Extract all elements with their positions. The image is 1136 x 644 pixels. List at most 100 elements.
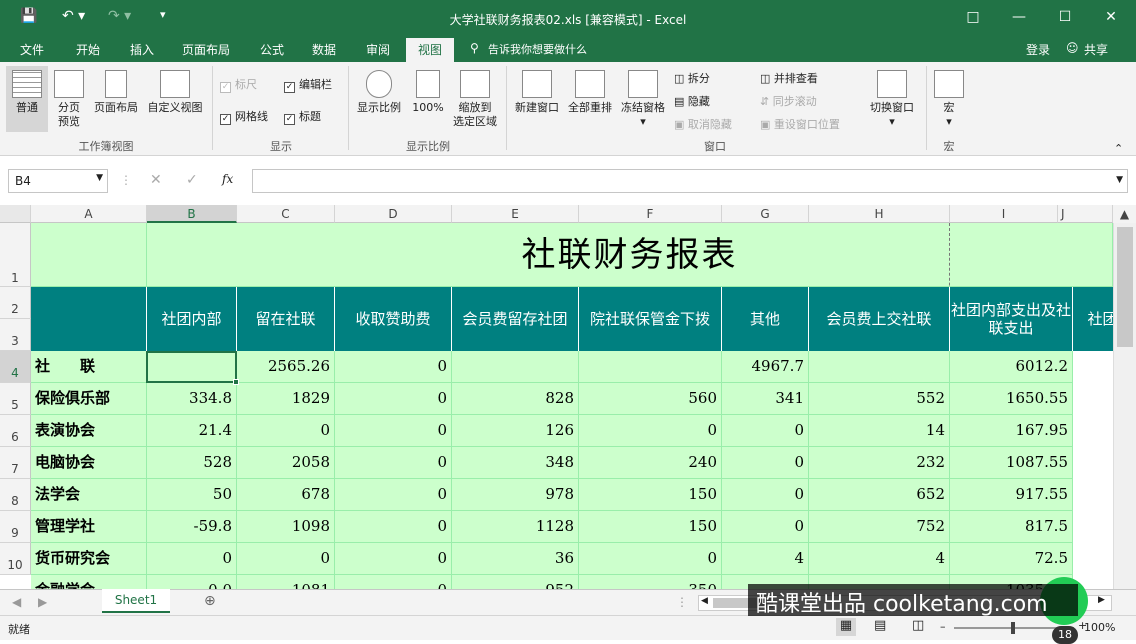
tab-insert[interactable]: 插入 <box>130 41 154 58</box>
column-header-f[interactable]: F <box>579 205 722 223</box>
formula-input[interactable]: ▼ <box>252 169 1128 193</box>
maximize-button[interactable]: ☐ <box>1054 6 1076 28</box>
vertical-scrollbar[interactable] <box>1113 223 1136 589</box>
page-break-status-icon[interactable]: ◫ <box>912 618 924 633</box>
header-cell-blank[interactable] <box>31 287 147 351</box>
table-cell[interactable]: 678 <box>237 479 335 511</box>
table-cell[interactable]: 1081 <box>237 575 335 589</box>
switch-windows-button[interactable]: 切换窗口 ▾ <box>864 70 920 129</box>
table-cell[interactable]: 50 <box>147 479 237 511</box>
cancel-icon[interactable]: ✕ <box>150 172 162 188</box>
tab-review[interactable]: 审阅 <box>366 41 390 58</box>
table-cell[interactable]: 0 <box>237 543 335 575</box>
vertical-scrollbar-thumb[interactable] <box>1117 227 1133 347</box>
table-cell[interactable] <box>809 351 950 383</box>
table-cell[interactable]: 1087.55 <box>950 447 1073 479</box>
zoom-button[interactable]: 显示比例 <box>354 70 404 115</box>
table-cell[interactable]: 2565.26 <box>237 351 335 383</box>
row-header-10[interactable]: 10 <box>0 543 31 575</box>
table-cell[interactable]: 917.55 <box>950 479 1073 511</box>
freeze-panes-button[interactable]: 冻结窗格 ▾ <box>618 70 668 129</box>
table-cell[interactable]: 2058 <box>237 447 335 479</box>
row-header-9[interactable]: 9 <box>0 511 31 543</box>
row-header-4[interactable]: 4 <box>0 351 31 383</box>
table-cell[interactable]: 0 <box>335 415 452 447</box>
zoom-100-button[interactable]: 100% <box>408 70 448 115</box>
table-cell[interactable]: 126 <box>452 415 579 447</box>
column-title-cell[interactable]: 社团内部支出及社联支出 <box>950 287 1073 351</box>
tab-file[interactable]: 文件 <box>20 41 44 58</box>
share-button[interactable]: 共享 <box>1084 41 1108 58</box>
table-cell[interactable]: 金融学会 <box>31 575 147 589</box>
table-cell[interactable]: 0 <box>335 575 452 589</box>
table-cell[interactable]: 978 <box>452 479 579 511</box>
table-cell[interactable]: 表演协会 <box>31 415 147 447</box>
table-cell[interactable]: 管理学社 <box>31 511 147 543</box>
insert-function-icon[interactable]: fx <box>222 172 233 186</box>
table-cell[interactable]: 150 <box>579 511 722 543</box>
table-cell[interactable]: 167.95 <box>950 415 1073 447</box>
table-cell[interactable]: 0 <box>722 511 809 543</box>
scroll-left-icon[interactable]: ◀ <box>701 596 708 606</box>
reset-position-button[interactable]: ▣ 重设窗口位置 <box>760 116 840 132</box>
table-cell[interactable]: 0 <box>335 479 452 511</box>
sign-in-link[interactable]: 登录 <box>1026 41 1050 58</box>
zoom-slider-thumb[interactable] <box>1011 622 1015 634</box>
gridlines-checkbox[interactable]: ✓ 网格线 <box>220 108 268 125</box>
sheet-tab-sheet1[interactable]: Sheet1 <box>102 589 170 613</box>
table-cell[interactable]: 341 <box>722 383 809 415</box>
column-title-cell[interactable]: 社团内部 <box>147 287 237 351</box>
table-cell[interactable]: 0 <box>579 415 722 447</box>
row-header-8[interactable]: 8 <box>0 479 31 511</box>
table-cell[interactable]: 1128 <box>452 511 579 543</box>
scroll-right-icon[interactable]: ▶ <box>1098 595 1105 605</box>
table-cell[interactable]: 0 <box>335 383 452 415</box>
table-cell[interactable]: 14 <box>809 415 950 447</box>
new-window-button[interactable]: 新建窗口 <box>510 70 564 115</box>
headings-checkbox[interactable]: ✓ 标题 <box>284 108 321 125</box>
add-sheet-icon[interactable]: ⊕ <box>204 593 216 609</box>
table-cell[interactable]: 828 <box>452 383 579 415</box>
table-cell[interactable]: 240 <box>579 447 722 479</box>
table-cell[interactable]: 0 <box>335 447 452 479</box>
zoom-to-selection-button[interactable]: 缩放到 选定区域 <box>448 70 502 129</box>
row-header-7[interactable]: 7 <box>0 447 31 479</box>
enter-icon[interactable]: ✓ <box>186 172 198 188</box>
table-cell[interactable]: 652 <box>809 479 950 511</box>
row-header-3[interactable]: 3 <box>0 319 31 351</box>
page-layout-status-icon[interactable]: ▤ <box>874 618 886 633</box>
table-cell[interactable]: 法学会 <box>31 479 147 511</box>
table-cell[interactable]: 36 <box>452 543 579 575</box>
select-all-corner[interactable] <box>0 205 31 223</box>
vertical-scrollbar-up-icon[interactable]: ▲ <box>1113 205 1136 223</box>
table-cell[interactable]: 0 <box>722 415 809 447</box>
column-title-cell[interactable]: 会员费上交社联 <box>809 287 950 351</box>
column-header-g[interactable]: G <box>722 205 809 223</box>
column-title-cell[interactable]: 留在社联 <box>237 287 335 351</box>
table-cell[interactable]: -59.8 <box>147 511 237 543</box>
minimize-button[interactable]: — <box>1008 6 1030 28</box>
tab-formulas[interactable]: 公式 <box>260 41 284 58</box>
column-header-b[interactable]: B <box>147 205 237 223</box>
table-cell[interactable]: 334.8 <box>147 383 237 415</box>
page-layout-view-button[interactable]: 页面布局 <box>90 70 142 115</box>
table-cell[interactable]: 0 <box>237 415 335 447</box>
table-cell[interactable]: 社 联 <box>31 351 147 383</box>
table-cell[interactable]: 1098 <box>237 511 335 543</box>
table-cell[interactable]: 21.4 <box>147 415 237 447</box>
report-title[interactable]: 社联财务报表 <box>147 223 1113 287</box>
table-cell[interactable]: 817.5 <box>950 511 1073 543</box>
custom-views-button[interactable]: 自定义视图 <box>144 70 206 115</box>
table-cell[interactable]: 电脑协会 <box>31 447 147 479</box>
close-button[interactable]: ✕ <box>1100 6 1122 28</box>
ruler-checkbox[interactable]: ✓ 标尺 <box>220 76 257 93</box>
table-cell[interactable]: 232 <box>809 447 950 479</box>
tab-home[interactable]: 开始 <box>76 41 100 58</box>
table-cell[interactable]: 0 <box>335 351 452 383</box>
arrange-all-button[interactable]: 全部重排 <box>564 70 616 115</box>
table-cell[interactable]: 150 <box>579 479 722 511</box>
collapse-ribbon-icon[interactable]: ⌃ <box>1114 142 1123 155</box>
table-cell[interactable]: 560 <box>579 383 722 415</box>
table-cell[interactable]: 752 <box>809 511 950 543</box>
hide-button[interactable]: ▤ 隐藏 <box>674 93 710 109</box>
